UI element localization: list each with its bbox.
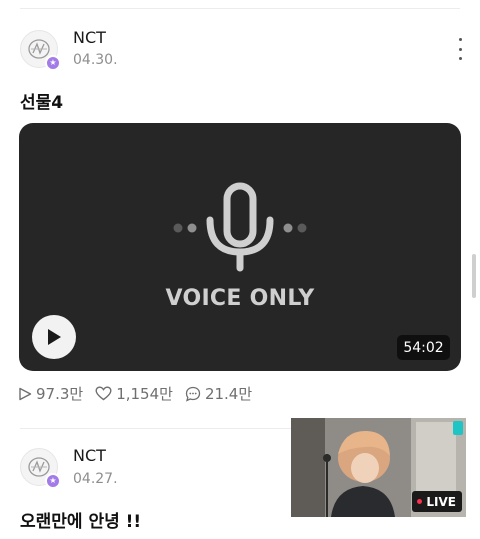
- star-badge-icon: ★: [45, 55, 61, 71]
- scrollbar[interactable]: [472, 254, 476, 298]
- likes-stat[interactable]: 1,154만: [95, 383, 173, 404]
- live-preview-window[interactable]: LIVE: [291, 418, 466, 517]
- voice-media-player[interactable]: [19, 123, 461, 371]
- star-badge-icon: ★: [45, 473, 61, 489]
- voice-only-label: VOICE ONLY: [165, 286, 315, 311]
- live-dot-icon: [417, 499, 423, 504]
- play-outline-icon: [19, 387, 32, 400]
- post1-author[interactable]: NCT: [73, 28, 106, 47]
- comments-stat[interactable]: 21.4만: [185, 383, 252, 404]
- top-divider: [20, 8, 460, 9]
- post2-author[interactable]: NCT: [73, 446, 106, 465]
- heart-icon: [95, 386, 112, 401]
- post1-avatar[interactable]: ★: [20, 30, 61, 71]
- post2-avatar[interactable]: ★: [20, 448, 61, 489]
- vlive-logo-icon: [453, 421, 463, 435]
- post1-date: 04.30.: [73, 52, 118, 68]
- microphone-icon: [173, 182, 307, 272]
- views-count: 97.3만: [36, 385, 84, 403]
- live-badge-label: LIVE: [426, 494, 456, 509]
- play-icon: [48, 329, 61, 345]
- likes-count: 1,154만: [116, 385, 173, 403]
- comment-icon: [185, 386, 201, 402]
- play-button[interactable]: [32, 315, 76, 359]
- views-stat: 97.3만: [18, 383, 83, 404]
- live-badge: LIVE: [412, 491, 462, 512]
- more-options-icon[interactable]: [454, 38, 466, 60]
- post1-title[interactable]: 선물4: [20, 88, 63, 113]
- post2-date: 04.27.: [73, 471, 118, 487]
- post1-stats: 97.3만 1,154만 21.4만: [18, 383, 264, 404]
- post2-title[interactable]: 오랜만에 안녕 !!: [20, 507, 141, 532]
- comments-count: 21.4만: [204, 385, 253, 403]
- duration-badge: 54:02: [397, 335, 450, 360]
